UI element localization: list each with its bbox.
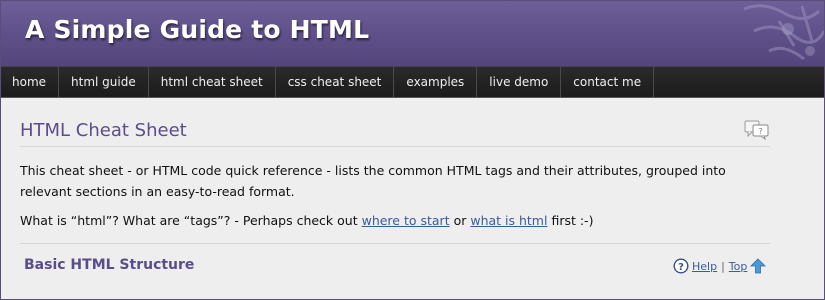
- nav-item-html-guide[interactable]: html guide: [59, 67, 149, 97]
- nav-item-examples[interactable]: examples: [394, 67, 478, 97]
- nav-item-css-cheat-sheet[interactable]: css cheat sheet: [276, 67, 395, 97]
- nav-item-html-cheat-sheet[interactable]: html cheat sheet: [149, 67, 276, 97]
- arrow-up-icon[interactable]: [750, 258, 767, 274]
- section-divider: [20, 243, 770, 244]
- top-link[interactable]: Top: [729, 260, 748, 273]
- intro-paragraph: This cheat sheet - or HTML code quick re…: [20, 163, 726, 199]
- question-suffix-text: first :-): [547, 213, 594, 228]
- svg-text:?: ?: [678, 262, 684, 273]
- question-or-text: or: [449, 213, 471, 228]
- question-paragraph: What is “html”? What are “tags”? - Perha…: [20, 210, 772, 231]
- svg-text:?: ?: [758, 127, 762, 136]
- nav-item-contact-me[interactable]: contact me: [561, 67, 655, 97]
- nav-item-live-demo[interactable]: live demo: [477, 67, 562, 97]
- page-title: HTML Cheat Sheet: [20, 120, 187, 141]
- section-links: ? Help | Top: [673, 257, 767, 275]
- site-banner: A Simple Guide to HTML: [1, 1, 824, 66]
- section-heading: Basic HTML Structure: [24, 257, 195, 273]
- question-prefix-text: What is “html”? What are “tags”? - Perha…: [20, 213, 362, 228]
- main-nav: home html guide html cheat sheet css che…: [1, 66, 824, 98]
- comment-bubble-icon[interactable]: ?: [744, 118, 770, 140]
- site-title: A Simple Guide to HTML: [25, 15, 370, 44]
- what-is-html-link[interactable]: what is html: [470, 213, 547, 228]
- where-to-start-link[interactable]: where to start: [362, 213, 450, 228]
- help-link[interactable]: Help: [692, 260, 717, 273]
- title-divider: [20, 146, 770, 147]
- main-content: HTML Cheat Sheet ? This cheat sheet - or…: [1, 98, 824, 299]
- link-separator: |: [721, 259, 725, 273]
- help-question-icon[interactable]: ?: [673, 258, 689, 274]
- nav-item-home[interactable]: home: [1, 67, 60, 97]
- banner-decoration: [743, 4, 824, 61]
